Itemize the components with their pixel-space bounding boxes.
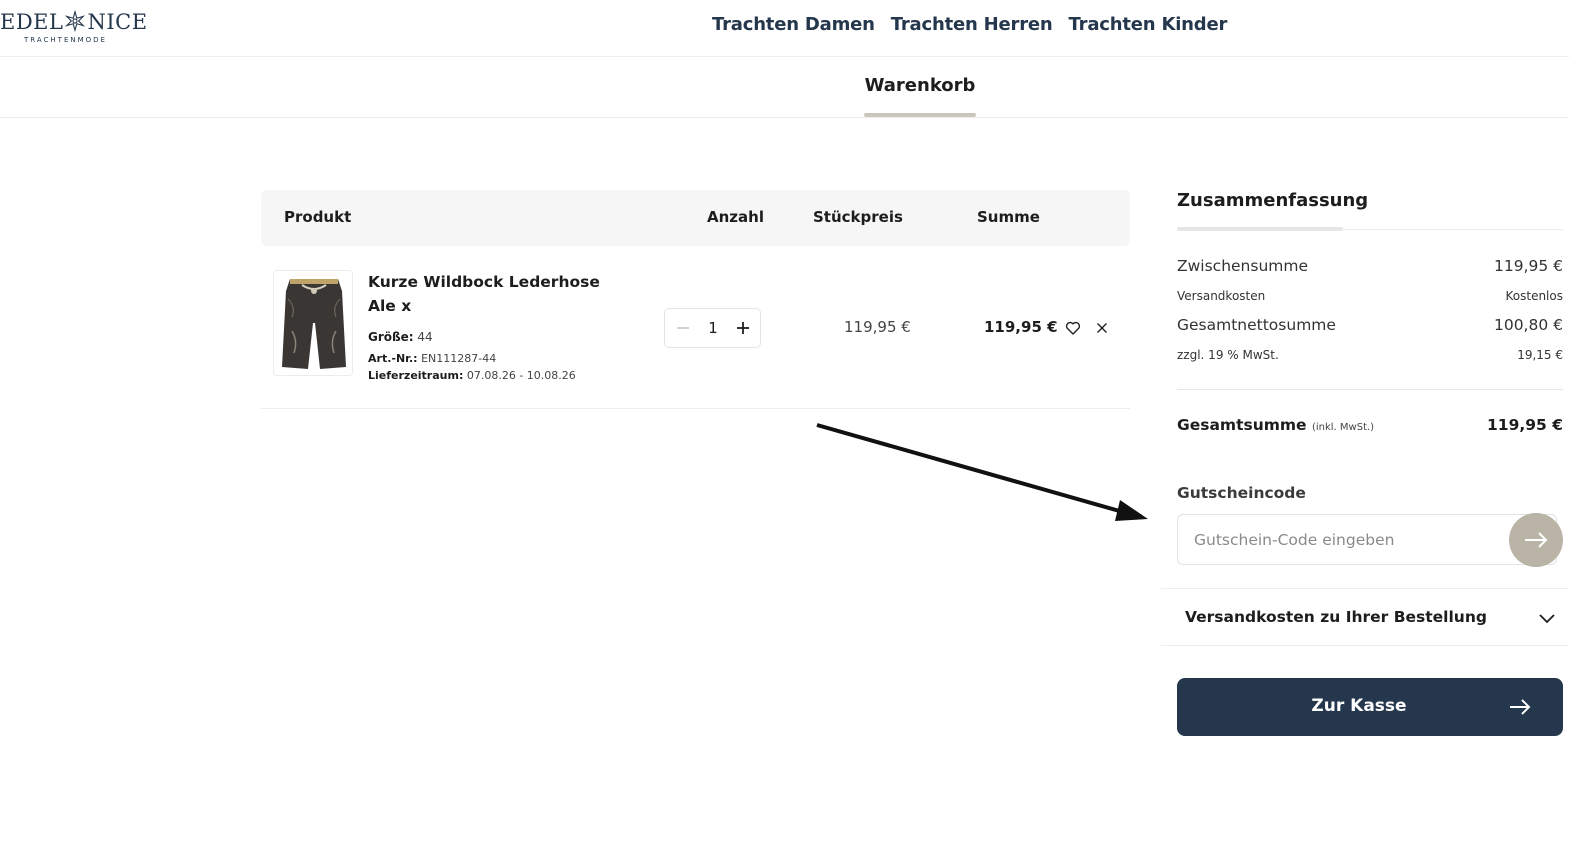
quantity-increase-button[interactable] [733,318,753,338]
unit-price: 119,95 € [844,318,911,336]
coupon-input[interactable] [1177,514,1557,565]
arrow-right-icon [1525,532,1548,548]
column-header-unit-price: Stückpreis [813,208,903,226]
coupon-submit-button[interactable] [1509,513,1563,567]
coupon-label: Gutscheincode [1177,484,1306,502]
total-vat-note: (inkl. MwSt.) [1311,422,1375,433]
product-article-value: EN111287-44 [421,352,497,365]
nav-item-trachten-kinder[interactable]: Trachten Kinder [1069,14,1228,35]
total-value: 119,95 € [1487,416,1563,434]
subtotal-label: Zwischensumme [1177,257,1309,275]
vat-value: 19,15 € [1517,348,1563,362]
edelweiss-icon [65,10,86,32]
tab-active-indicator [864,113,976,117]
arrow-right-icon [1510,699,1531,715]
product-size: Größe: 44 [368,330,433,344]
brand-logo[interactable]: EDEL NICE TRACHTENMODE [0,8,147,48]
summary-divider [1177,389,1563,390]
summary-title: Zusammenfassung [1177,190,1369,211]
brand-name-right: NICE [87,10,148,34]
column-header-sum: Summe [977,208,1040,226]
product-image[interactable] [273,270,353,376]
nav-item-trachten-damen[interactable]: Trachten Damen [712,14,875,35]
checkout-label: Zur Kasse [1311,696,1407,716]
column-header-product: Produkt [284,208,352,226]
heart-icon [1065,321,1081,335]
total-label-text: Gesamtsumme [1177,416,1307,434]
line-sum: 119,95 € [984,318,1058,336]
product-name[interactable]: Kurze Wildbock Lederhose Ale x [368,270,618,318]
product-delivery-value: 07.08.26 - 10.08.26 [466,369,576,382]
quantity-decrease-button[interactable] [673,318,693,338]
checkout-button[interactable]: Zur Kasse [1177,678,1563,736]
brand-wordmark: EDEL NICE [0,10,148,34]
close-icon [1097,323,1107,333]
summary-shipping-row: Versandkosten Kostenlos [1177,289,1563,303]
site-header: EDEL NICE TRACHTENMODE Trachten Damen Tra… [0,0,1569,57]
annotation-arrow-icon [816,423,1148,521]
summary-total-row: Gesamtsumme (inkl. MwSt.) 119,95 € [1177,416,1563,434]
shipping-value: Kostenlos [1505,289,1564,303]
column-header-quantity: Anzahl [707,208,764,226]
summary-subtotal-row: Zwischensumme 119,95 € [1177,257,1563,275]
shipping-info-accordion[interactable]: Versandkosten zu Ihrer Bestellung [1161,588,1569,646]
minus-icon [677,327,689,329]
product-size-value: 44 [417,330,433,344]
subtotal-value: 119,95 € [1493,257,1563,275]
tab-warenkorb[interactable]: Warenkorb [864,57,976,118]
total-label: Gesamtsumme (inkl. MwSt.) [1177,416,1374,434]
net-total-label: Gesamtnettosumme [1177,316,1336,334]
shipping-info-label: Versandkosten zu Ihrer Bestellung [1185,608,1487,626]
product-article-label: Art.-Nr.: [368,352,418,365]
product-size-label: Größe: [368,330,414,344]
quantity-stepper: 1 [664,308,761,348]
summary-title-underline [1177,227,1343,231]
vat-label: zzgl. 19 % MwSt. [1177,348,1279,362]
cart-table-header: Produkt Anzahl Stückpreis Summe [261,190,1130,246]
cart-item-row: Kurze Wildbock Lederhose Ale x Größe: 44… [261,246,1130,409]
product-delivery-label: Lieferzeitraum: [368,369,464,382]
summary-net-row: Gesamtnettosumme 100,80 € [1177,316,1563,334]
main-nav: Trachten Damen Trachten Herren Trachten … [712,14,1227,35]
product-delivery-period: Lieferzeitraum: 07.08.26 - 10.08.26 [368,369,576,382]
shipping-label: Versandkosten [1177,289,1266,303]
nav-item-trachten-herren[interactable]: Trachten Herren [891,14,1053,35]
product-article-number: Art.-Nr.: EN111287-44 [368,352,496,365]
wishlist-button[interactable] [1064,319,1082,337]
lederhose-image [274,271,352,375]
checkout-tabs: Warenkorb [0,57,1569,118]
brand-tagline: TRACHTENMODE [24,36,107,44]
net-total-value: 100,80 € [1493,316,1563,334]
plus-icon [737,322,749,334]
brand-name-left: EDEL [0,10,64,34]
remove-item-button[interactable] [1093,319,1111,337]
quantity-value[interactable]: 1 [703,319,723,337]
summary-vat-row: zzgl. 19 % MwSt. 19,15 € [1177,348,1563,362]
chevron-down-icon [1539,614,1555,624]
